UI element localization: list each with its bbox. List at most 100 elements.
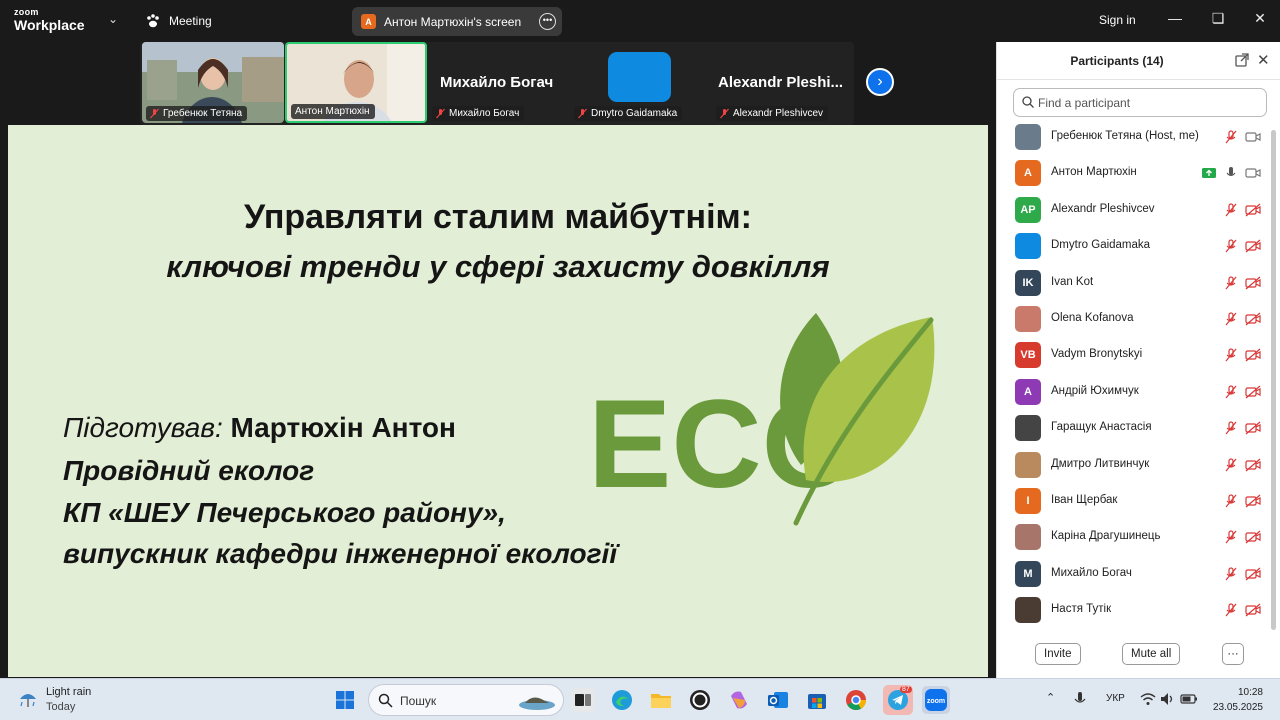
language-indicator[interactable]: УКР: [1106, 693, 1125, 704]
camera-off-icon[interactable]: [1245, 458, 1261, 472]
participant-row[interactable]: Гребенюк Тетяна (Host, me): [997, 118, 1269, 154]
wifi-icon[interactable]: [1140, 692, 1156, 706]
participant-row[interactable]: M Михайло Богач: [997, 555, 1269, 591]
whatsapp-icon[interactable]: [688, 688, 712, 712]
participant-row[interactable]: Настя Тутік: [997, 591, 1269, 627]
mic-muted-icon[interactable]: [1223, 385, 1239, 399]
participant-row[interactable]: VB Vadym Bronytskyi: [997, 336, 1269, 372]
participant-row[interactable]: IK Ivan Kot: [997, 264, 1269, 300]
taskbar-search[interactable]: Пошук: [368, 684, 564, 716]
invite-button[interactable]: Invite: [1035, 643, 1081, 665]
microphone-icon[interactable]: [1072, 691, 1088, 707]
video-tile-3[interactable]: Михайло Богач Михайло Богач: [428, 42, 570, 123]
chrome-icon[interactable]: [844, 688, 868, 712]
chevron-down-icon[interactable]: ⌄: [108, 12, 118, 26]
mic-muted-icon[interactable]: [1223, 530, 1239, 544]
participant-avatar: [1015, 415, 1041, 442]
participant-row[interactable]: Дмитро Литвинчук: [997, 446, 1269, 482]
participant-row[interactable]: AP Alexandr Pleshivcev: [997, 191, 1269, 227]
mic-muted-icon[interactable]: [1223, 421, 1239, 435]
telegram-icon[interactable]: 87: [883, 685, 913, 715]
close-window-icon[interactable]: ✕: [1250, 10, 1270, 27]
camera-off-icon[interactable]: [1245, 348, 1261, 362]
participant-row[interactable]: I Іван Щербак: [997, 482, 1269, 518]
video-tile-1[interactable]: Гребенюк Тетяна: [142, 42, 284, 123]
microsoft-store-icon[interactable]: [805, 688, 829, 712]
rain-umbrella-icon: [20, 694, 36, 707]
video-tile-4[interactable]: Dmytro Gaidamaka: [570, 42, 712, 123]
close-panel-icon[interactable]: ✕: [1257, 51, 1270, 69]
file-explorer-icon[interactable]: [649, 688, 673, 712]
copilot-icon[interactable]: [727, 688, 751, 712]
participant-search[interactable]: [1013, 88, 1267, 117]
scrollbar[interactable]: [1271, 130, 1276, 630]
weather-widget[interactable]: Light rain Today: [18, 685, 91, 715]
volume-icon[interactable]: [1160, 692, 1176, 706]
task-view-icon[interactable]: [571, 688, 595, 712]
more-button[interactable]: ···: [1222, 643, 1244, 665]
more-options-icon[interactable]: •••: [539, 13, 556, 30]
outlook-icon[interactable]: [766, 688, 790, 712]
video-tile-2-active[interactable]: Антон Мартюхін: [285, 42, 427, 123]
chevron-up-icon[interactable]: ⌃: [1046, 691, 1055, 704]
camera-icon[interactable]: [1245, 166, 1261, 180]
participant-name: Гаращук Анастасія: [1051, 421, 1152, 434]
pop-out-icon[interactable]: [1235, 53, 1249, 67]
video-tile-5[interactable]: Alexandr Pleshi... Alexandr Pleshivcev: [712, 42, 854, 123]
meeting-info-button[interactable]: Meeting: [145, 13, 212, 29]
video-gallery-strip: Гребенюк Тетяна Антон Мартюхін Михайло Б…: [0, 42, 996, 125]
participant-name: Vadym Bronytskyi: [1051, 348, 1143, 361]
camera-off-icon[interactable]: [1245, 385, 1261, 399]
mic-muted-icon[interactable]: [1223, 239, 1239, 253]
mute-all-button[interactable]: Mute all: [1122, 643, 1181, 665]
camera-off-icon[interactable]: [1245, 312, 1261, 326]
tile-display-name: Alexandr Pleshi...: [718, 74, 844, 91]
participant-avatar: [608, 52, 671, 102]
zoom-app-icon[interactable]: zoom: [922, 686, 950, 714]
mic-muted-icon[interactable]: [1223, 457, 1239, 472]
camera-off-icon[interactable]: [1245, 530, 1261, 544]
camera-off-icon[interactable]: [1245, 421, 1261, 435]
minimize-icon[interactable]: —: [1165, 10, 1185, 26]
mic-muted-icon: [720, 108, 729, 119]
camera-off-icon[interactable]: [1245, 567, 1261, 581]
camera-off-icon[interactable]: [1245, 203, 1261, 217]
participant-row[interactable]: A Андрій Юхимчук: [997, 373, 1269, 409]
mic-muted-icon[interactable]: [1223, 567, 1239, 581]
zoom-logo[interactable]: zoom Workplace: [14, 8, 85, 33]
mic-muted-icon[interactable]: [1223, 494, 1239, 508]
next-page-button[interactable]: ›: [866, 68, 894, 96]
camera-icon[interactable]: [1245, 130, 1261, 144]
participant-row[interactable]: A Антон Мартюхін: [997, 154, 1269, 190]
mic-muted-icon[interactable]: [1223, 130, 1239, 144]
mic-muted-icon[interactable]: [1223, 348, 1239, 362]
mic-muted-icon[interactable]: [1223, 203, 1239, 217]
participant-name: Михайло Богач: [1051, 566, 1132, 579]
screen-share-indicator[interactable]: A Антон Мартюхін's screen •••: [352, 7, 562, 36]
mic-muted-icon[interactable]: [1223, 275, 1239, 290]
windows-start-icon[interactable]: [335, 690, 355, 710]
participant-row[interactable]: Olena Kofanova: [997, 300, 1269, 336]
participant-row[interactable]: Каріна Драгушинець: [997, 518, 1269, 554]
participant-row[interactable]: Гаращук Анастасія: [997, 409, 1269, 445]
camera-off-icon[interactable]: [1245, 239, 1261, 253]
zoom-window: zoom Workplace ⌄ Meeting A Антон Мартюхі…: [0, 0, 1280, 720]
microphone-icon[interactable]: [1223, 166, 1239, 180]
weather-sub: Today: [46, 701, 76, 713]
restore-icon[interactable]: ❏: [1208, 10, 1228, 27]
search-input[interactable]: [1038, 94, 1258, 111]
system-clock[interactable]: 10:28 23.05.2025: [1203, 685, 1263, 715]
edge-icon[interactable]: [610, 688, 634, 712]
camera-off-icon[interactable]: [1245, 494, 1261, 508]
search-icon: [1022, 96, 1034, 108]
sign-in-button[interactable]: Sign in: [1099, 13, 1136, 27]
camera-off-icon[interactable]: [1245, 276, 1261, 290]
participant-avatar: [1015, 306, 1041, 332]
battery-icon[interactable]: [1180, 692, 1198, 706]
prepared-label: Підготував:: [63, 412, 223, 443]
mic-muted-icon[interactable]: [1223, 312, 1239, 326]
participant-row[interactable]: Dmytro Gaidamaka: [997, 227, 1269, 263]
camera-off-icon[interactable]: [1245, 603, 1261, 617]
screen-share-icon[interactable]: [1201, 166, 1217, 180]
mic-muted-icon[interactable]: [1223, 603, 1239, 617]
